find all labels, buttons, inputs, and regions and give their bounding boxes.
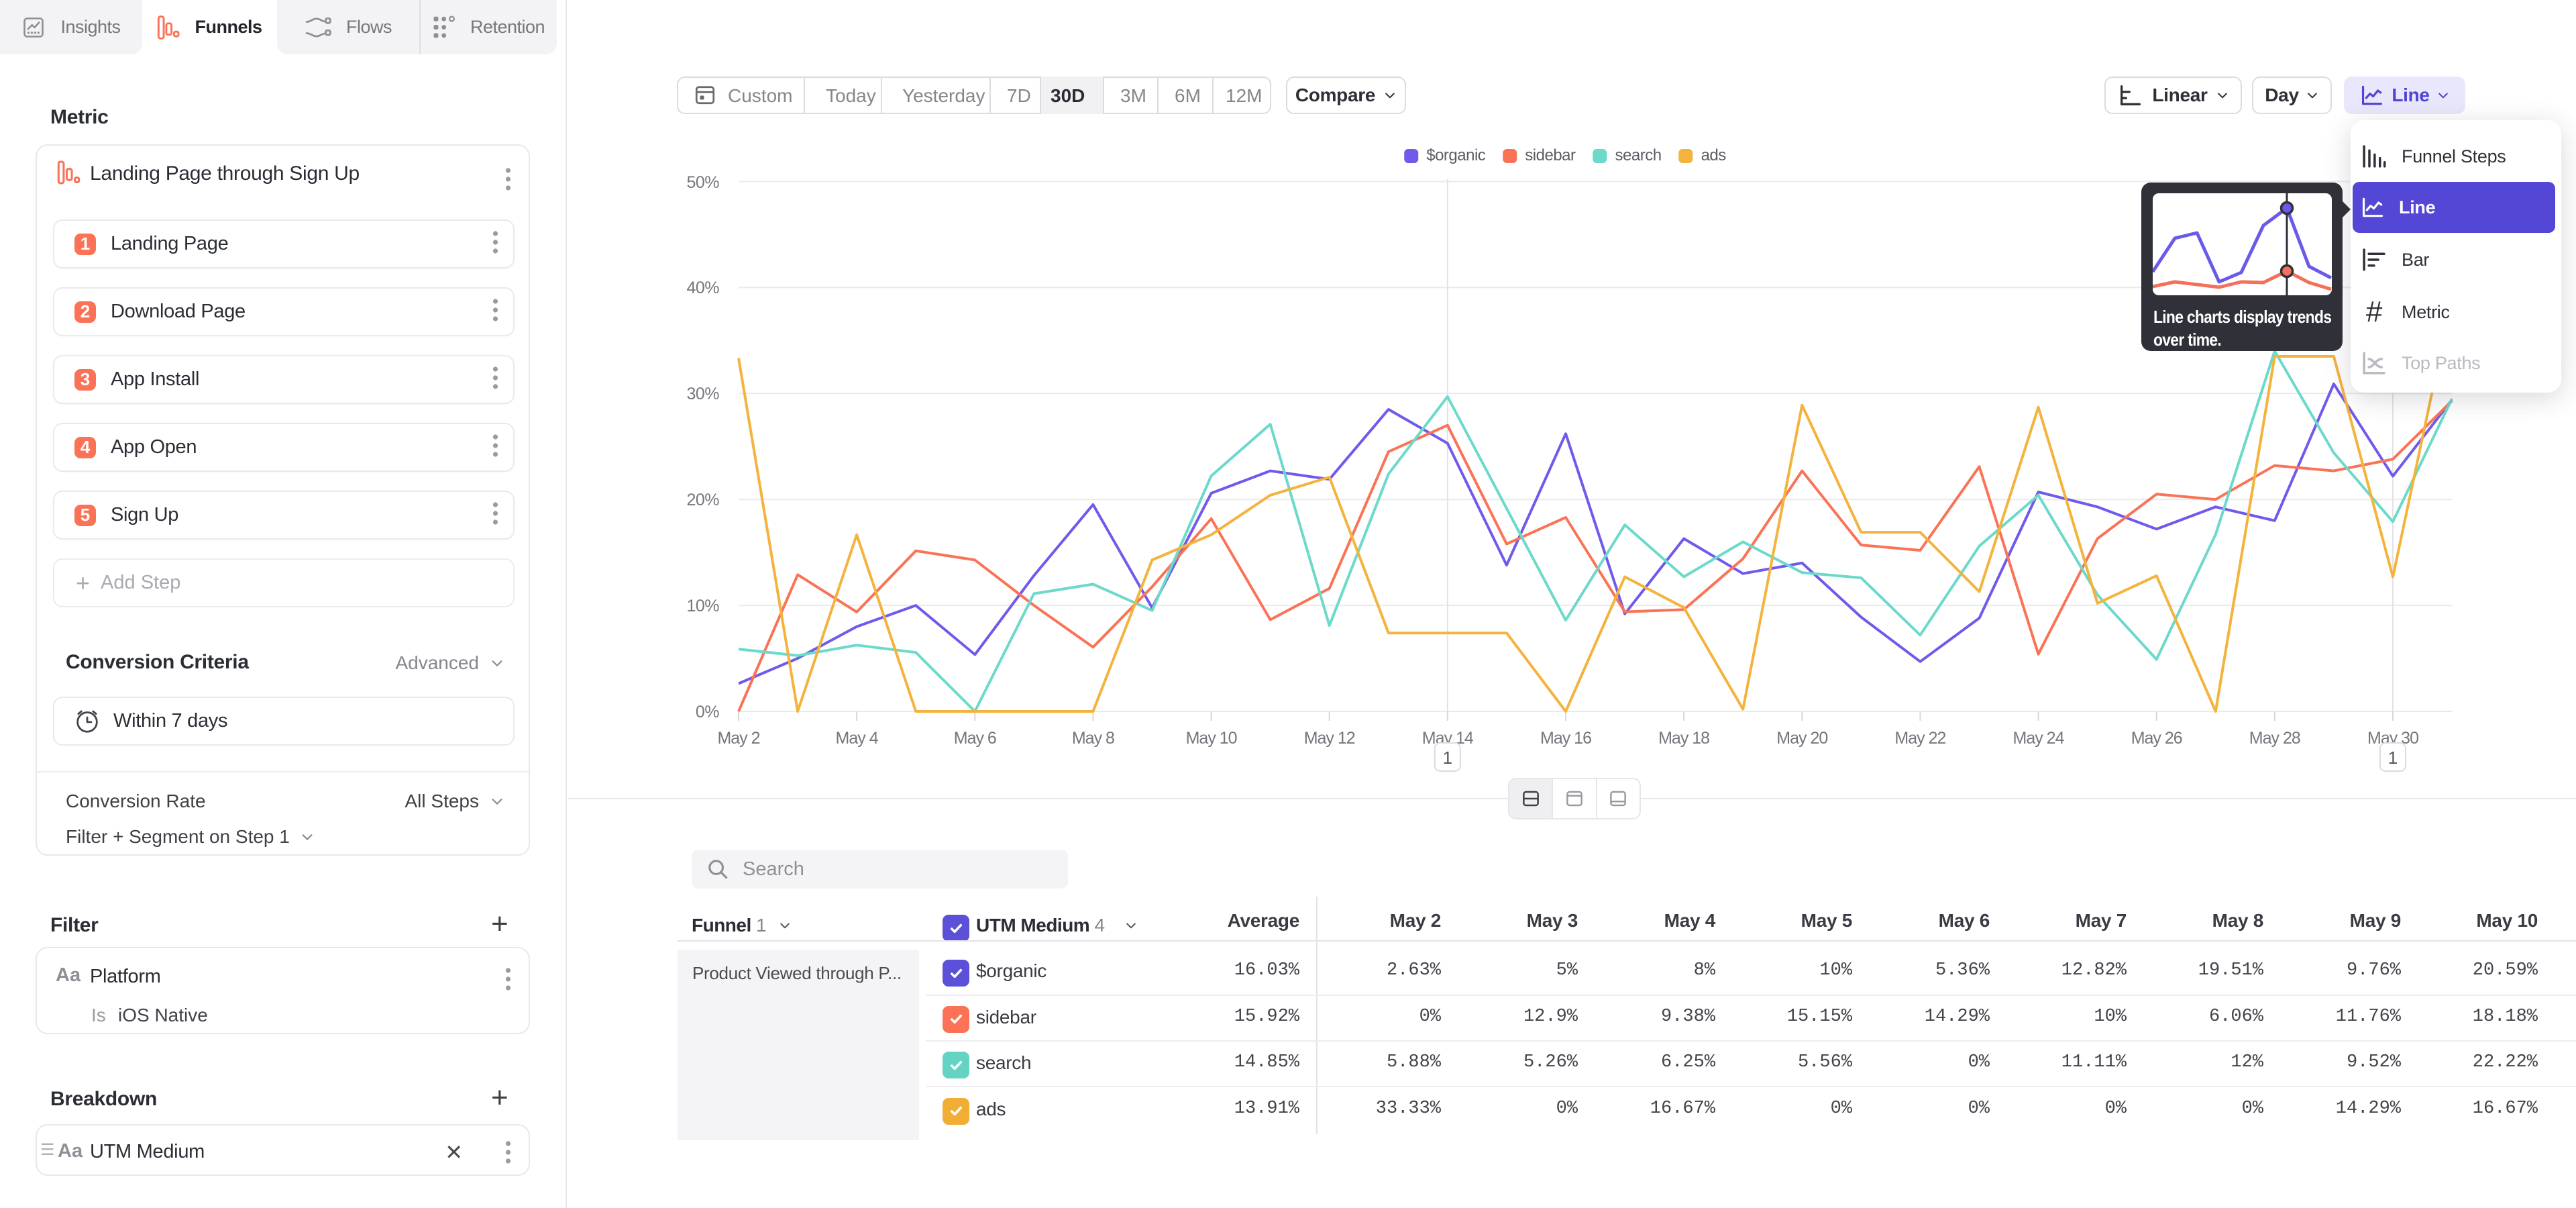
svg-text:May 6: May 6 — [954, 729, 996, 748]
svg-text:May 4: May 4 — [836, 729, 879, 748]
svg-text:10%: 10% — [686, 597, 719, 615]
svg-text:1: 1 — [2388, 748, 2398, 768]
svg-text:May 10: May 10 — [1186, 729, 1237, 748]
svg-text:May 16: May 16 — [1540, 729, 1591, 748]
svg-text:May 8: May 8 — [1072, 729, 1114, 748]
svg-text:May 2: May 2 — [717, 729, 759, 748]
svg-text:May 18: May 18 — [1658, 729, 1709, 748]
svg-text:20%: 20% — [686, 491, 719, 509]
svg-text:May 20: May 20 — [1776, 729, 1827, 748]
svg-text:May 26: May 26 — [2131, 729, 2182, 748]
svg-text:0%: 0% — [696, 703, 719, 721]
svg-text:1: 1 — [1443, 748, 1452, 768]
svg-text:May 22: May 22 — [1894, 729, 1945, 748]
svg-text:May 24: May 24 — [2013, 729, 2065, 748]
svg-text:30%: 30% — [686, 385, 719, 403]
svg-text:May 12: May 12 — [1304, 729, 1355, 748]
svg-text:50%: 50% — [686, 173, 719, 192]
svg-text:May 28: May 28 — [2249, 729, 2300, 748]
svg-text:40%: 40% — [686, 279, 719, 297]
